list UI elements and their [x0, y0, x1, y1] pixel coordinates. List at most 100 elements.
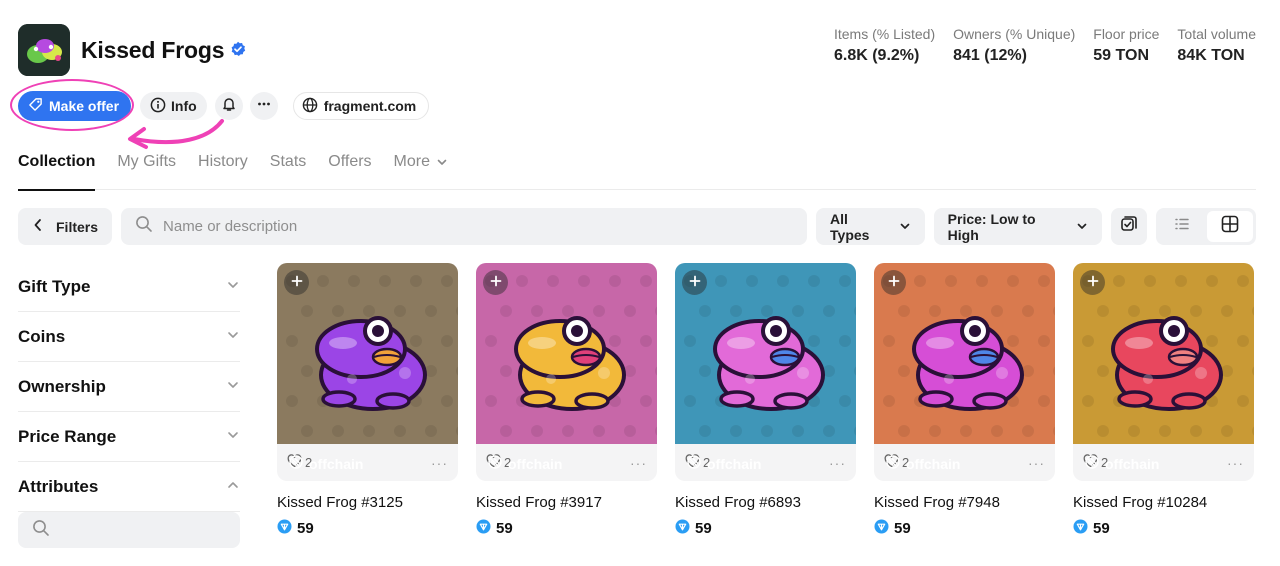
filters-button[interactable]: Filters: [18, 208, 113, 245]
grid-view-button[interactable]: [1207, 211, 1253, 242]
search-icon: [135, 215, 153, 238]
gift-card[interactable]: offchain 2 ··· Kissed Frog #10284 59: [1073, 263, 1254, 538]
gift-name: Kissed Frog #7948: [874, 494, 1000, 511]
gift-card-frame: offchain 2 ···: [675, 263, 856, 481]
gift-price: 59: [476, 519, 657, 538]
info-label: Info: [171, 98, 197, 114]
card-more-icon[interactable]: ···: [630, 455, 647, 471]
more-dots-icon: [256, 96, 272, 117]
offchain-icon: [687, 455, 701, 472]
plus-icon: [1087, 274, 1099, 292]
card-more-icon[interactable]: ···: [829, 455, 846, 471]
search-input[interactable]: [163, 218, 784, 235]
collection-header: Kissed Frogs: [18, 24, 246, 76]
card-more-icon[interactable]: ···: [1028, 455, 1045, 471]
gift-card[interactable]: offchain 2 ··· Kissed Frog #7948 59: [874, 263, 1055, 538]
ton-icon: [1073, 519, 1088, 538]
offchain-tag: offchain: [886, 455, 960, 472]
globe-icon: [302, 97, 318, 116]
filter-price-range[interactable]: Price Range: [18, 412, 240, 462]
gift-price: 59: [675, 519, 856, 538]
offchain-icon: [1085, 455, 1099, 472]
gift-card-frame: offchain 2 ···: [476, 263, 657, 481]
filter-gift-type[interactable]: Gift Type: [18, 262, 240, 312]
ton-icon: [874, 519, 889, 538]
price-value: 59: [1093, 520, 1110, 537]
type-select[interactable]: All Types: [816, 208, 925, 245]
tab-history[interactable]: History: [198, 153, 248, 190]
stat-label: Total volume: [1177, 26, 1256, 42]
info-button[interactable]: Info: [140, 92, 207, 120]
website-label: fragment.com: [323, 98, 417, 114]
offchain-label: offchain: [309, 455, 364, 472]
attributes-search-input[interactable]: [18, 512, 240, 548]
offchain-icon: [886, 455, 900, 472]
stat-value: 84K TON: [1177, 47, 1245, 64]
offchain-tag: offchain: [687, 455, 761, 472]
filter-coins[interactable]: Coins: [18, 312, 240, 362]
list-view-button[interactable]: [1159, 211, 1205, 242]
filter-label: Gift Type: [18, 276, 91, 296]
gift-card[interactable]: offchain 2 ··· Kissed Frog #3917 59: [476, 263, 657, 538]
stat-label: Floor price: [1093, 26, 1160, 42]
make-offer-button[interactable]: Make offer: [18, 91, 132, 121]
stat-value: 841 (12%): [953, 47, 1027, 64]
annotation-arrow-icon: [128, 119, 224, 149]
offchain-icon: [488, 455, 502, 472]
gift-price: 59: [277, 519, 458, 538]
filters-label: Filters: [56, 218, 99, 235]
gift-card-frame: offchain 2 ···: [1073, 263, 1254, 481]
add-to-cart-button[interactable]: [682, 270, 707, 295]
tab-collection[interactable]: Collection: [18, 153, 96, 191]
tab-label: History: [198, 153, 248, 170]
gift-grid: offchain 2 ··· Kissed Frog #3125 59 offc…: [277, 263, 1254, 538]
filter-label: Ownership: [18, 376, 106, 396]
tab-my-gifts[interactable]: My Gifts: [117, 153, 176, 190]
offchain-label: offchain: [906, 455, 961, 472]
price-value: 59: [695, 520, 712, 537]
tab-label: Collection: [18, 153, 96, 170]
card-more-icon[interactable]: ···: [431, 455, 448, 471]
more-options-button[interactable]: [249, 92, 278, 120]
grid-icon: [1220, 214, 1240, 239]
verified-badge-icon: [230, 41, 246, 62]
tab-label: Offers: [328, 153, 372, 170]
add-to-cart-button[interactable]: [483, 270, 508, 295]
chevron-down-icon: [899, 219, 911, 235]
gift-name: Kissed Frog #10284: [1073, 494, 1208, 511]
notifications-button[interactable]: [214, 92, 243, 120]
plus-icon: [888, 274, 900, 292]
search-box[interactable]: [121, 208, 808, 245]
offchain-label: offchain: [707, 455, 762, 472]
chevron-up-icon: [226, 477, 240, 497]
add-to-cart-button[interactable]: [1080, 270, 1105, 295]
filter-toolbar: Filters All Types Price: Low to High: [18, 208, 1256, 245]
filter-ownership[interactable]: Ownership: [18, 362, 240, 412]
tab-offers[interactable]: Offers: [328, 153, 371, 190]
gift-price: 59: [1073, 519, 1254, 538]
website-link[interactable]: fragment.com: [292, 92, 430, 120]
search-icon: [32, 519, 50, 542]
sort-select-label: Price: Low to High: [947, 210, 1036, 243]
card-more-icon[interactable]: ···: [1227, 455, 1244, 471]
stat-floor-price: Floor price 59 TON: [1093, 26, 1159, 65]
gift-name: Kissed Frog #3125: [277, 494, 403, 511]
bell-icon: [221, 96, 237, 117]
price-value: 59: [894, 520, 911, 537]
tab-stats[interactable]: Stats: [270, 153, 306, 190]
gift-name: Kissed Frog #3917: [476, 494, 602, 511]
gift-price: 59: [874, 519, 1055, 538]
add-to-cart-button[interactable]: [881, 270, 906, 295]
sort-select[interactable]: Price: Low to High: [933, 208, 1103, 245]
gift-card[interactable]: offchain 2 ··· Kissed Frog #3125 59: [277, 263, 458, 538]
gift-card[interactable]: offchain 2 ··· Kissed Frog #6893 59: [675, 263, 856, 538]
filter-label: Price Range: [18, 426, 117, 446]
offchain-icon: [289, 455, 303, 472]
filter-label: Coins: [18, 326, 66, 346]
select-mode-button[interactable]: [1111, 208, 1147, 245]
chevron-down-icon: [226, 327, 240, 347]
chevron-down-icon: [436, 155, 448, 173]
add-to-cart-button[interactable]: [284, 270, 309, 295]
tab-more[interactable]: More: [394, 153, 448, 190]
filter-attributes[interactable]: Attributes: [18, 462, 240, 512]
